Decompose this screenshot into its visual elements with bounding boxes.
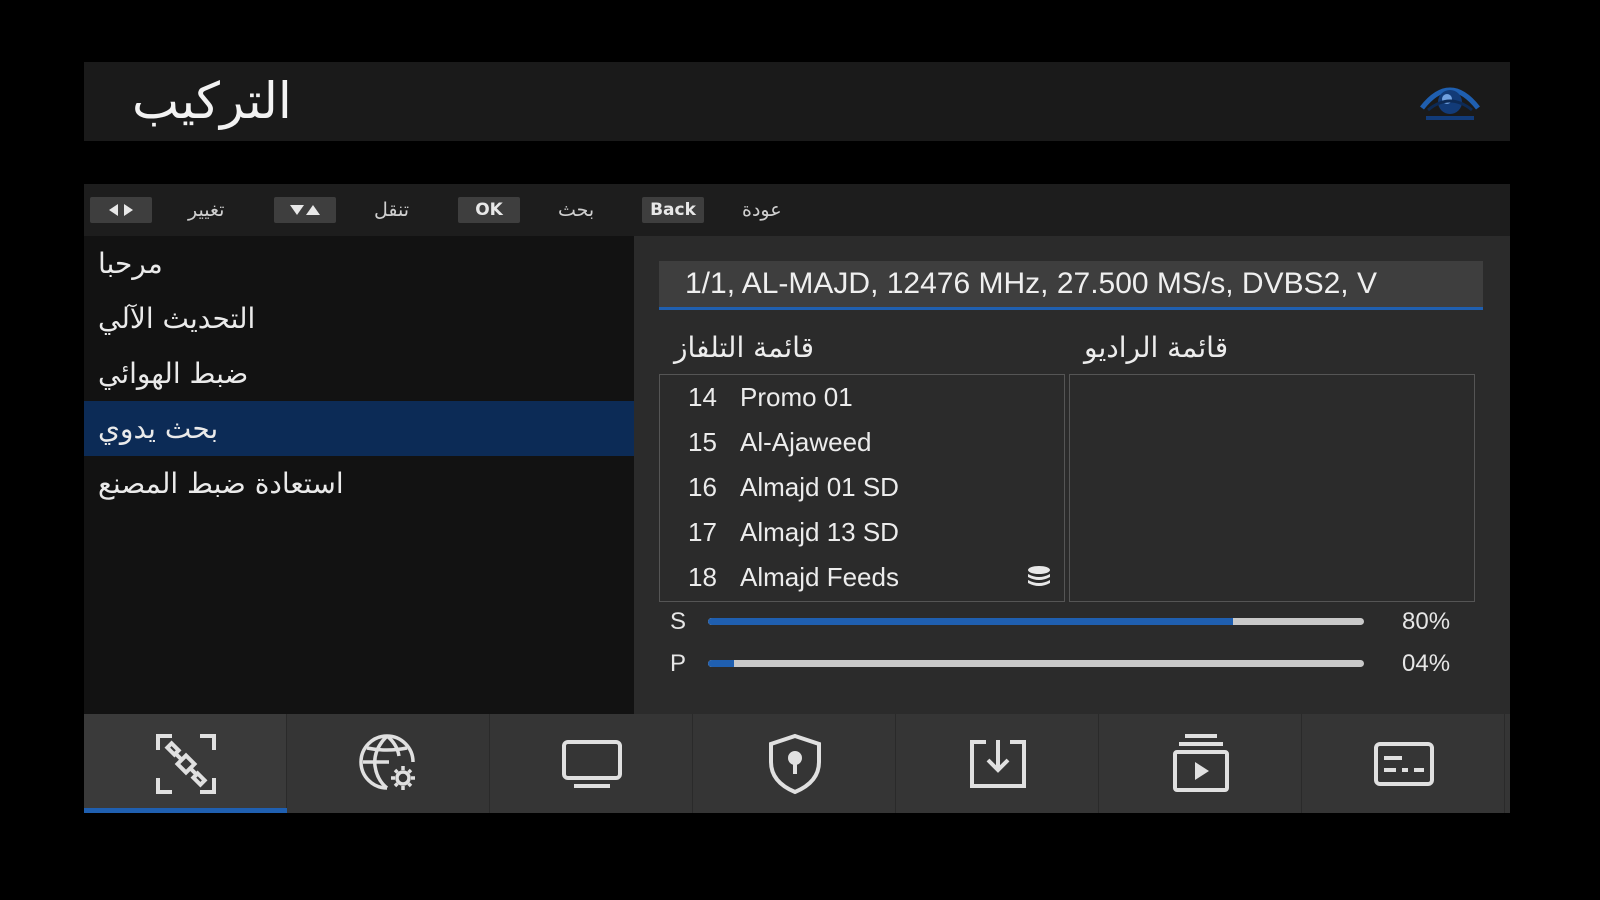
channel-name: Almajd 13 SD — [740, 517, 899, 547]
menu-item-label: مرحبا — [98, 247, 163, 280]
channel-name: Promo 01 — [740, 382, 853, 412]
channel-row[interactable]: 15 Al-Ajaweed — [660, 420, 1064, 465]
channel-name: Al-Ajaweed — [740, 427, 872, 457]
channel-name: Almajd Feeds — [740, 562, 899, 592]
tv-channel-list[interactable]: 14 Promo 01 15 Al-Ajaweed 16 Almajd 01 S… — [659, 374, 1065, 602]
back-key[interactable]: Back — [642, 197, 704, 223]
media-player-icon — [1173, 734, 1229, 792]
tab-installation[interactable] — [84, 714, 287, 813]
key-hint-bar: تغيير تنقل OK بحث Back عودة — [84, 184, 1510, 236]
transponder-field[interactable]: 1/1, AL-MAJD, 12476 MHz, 27.500 MS/s, DV… — [659, 261, 1483, 310]
channel-row[interactable]: 16 Almajd 01 SD — [660, 465, 1064, 510]
ok-key[interactable]: OK — [458, 197, 520, 223]
channel-number: 16 — [688, 472, 717, 502]
tv-monitor-icon — [562, 740, 622, 788]
menu-item-factory-reset[interactable]: استعادة ضبط المصنع — [84, 456, 634, 511]
menu-item-label: استعادة ضبط المصنع — [98, 467, 344, 500]
channel-number: 17 — [688, 517, 717, 547]
signal-quality-fill — [708, 660, 734, 667]
menu-item-label: ضبط الهوائي — [98, 357, 249, 390]
database-icon — [1028, 566, 1050, 586]
hint-navigate: تنقل — [374, 199, 410, 221]
header-bar: التركيب — [84, 62, 1510, 141]
menu-item-label: بحث يدوي — [98, 412, 219, 445]
main-panel: تغيير تنقل OK بحث Back عودة مرحبا التحدي… — [84, 184, 1510, 714]
menu-item-manual-search[interactable]: بحث يدوي — [84, 401, 634, 456]
signal-strength-fill — [708, 618, 1233, 625]
download-icon — [970, 740, 1026, 788]
tab-display[interactable] — [490, 714, 693, 813]
page-title: التركيب — [132, 72, 292, 130]
installation-screen: التركيب تغيير تنقل OK بحث Back عودة مرحب… — [0, 0, 1600, 900]
subtitles-icon — [1374, 742, 1434, 786]
transponder-value: 1/1, AL-MAJD, 12476 MHz, 27.500 MS/s, DV… — [685, 267, 1377, 300]
tab-update[interactable] — [896, 714, 1099, 813]
search-panel: 1/1, AL-MAJD, 12476 MHz, 27.500 MS/s, DV… — [634, 236, 1510, 714]
hint-back: عودة — [742, 199, 782, 221]
eye-globe-logo-icon — [1418, 78, 1482, 124]
hint-search: بحث — [558, 199, 595, 221]
channel-number: 18 — [688, 562, 717, 592]
satellite-scan-icon — [156, 734, 216, 794]
signal-quality-label: P — [670, 650, 687, 677]
menu-item-auto-update[interactable]: التحديث الآلي — [84, 291, 634, 346]
channel-number: 15 — [688, 427, 717, 457]
signal-quality-value: 04% — [1402, 650, 1451, 677]
signal-strength-value: 80% — [1402, 608, 1451, 635]
tab-network[interactable] — [287, 714, 490, 813]
tv-list-title: قائمة التلفاز — [674, 331, 815, 364]
radio-list-title: قائمة الراديو — [1084, 331, 1229, 364]
hint-change: تغيير — [188, 199, 225, 221]
signal-strength-bar — [708, 618, 1364, 625]
settings-menu: مرحبا التحديث الآلي ضبط الهوائي بحث يدوي… — [84, 236, 634, 714]
menu-item-antenna-setup[interactable]: ضبط الهوائي — [84, 346, 634, 401]
channel-row[interactable]: 18 Almajd Feeds — [660, 555, 1064, 600]
radio-channel-list[interactable] — [1069, 374, 1475, 602]
up-down-arrows-icon — [290, 205, 320, 215]
left-right-arrows-icon — [109, 204, 133, 216]
tab-security[interactable] — [693, 714, 896, 813]
menu-item-label: التحديث الآلي — [98, 302, 256, 335]
channel-name: Almajd 01 SD — [740, 472, 899, 502]
shield-lock-icon — [769, 733, 821, 795]
globe-settings-icon — [359, 734, 415, 790]
channel-row[interactable]: 17 Almajd 13 SD — [660, 510, 1064, 555]
signal-quality-bar — [708, 660, 1364, 667]
bottom-tab-bar — [84, 714, 1510, 813]
tab-system[interactable] — [1302, 714, 1505, 813]
left-right-key[interactable] — [90, 197, 152, 223]
signal-strength-label: S — [670, 608, 687, 635]
menu-item-welcome[interactable]: مرحبا — [84, 236, 634, 291]
up-down-key[interactable] — [274, 197, 336, 223]
tab-media[interactable] — [1099, 714, 1302, 813]
channel-row[interactable]: 14 Promo 01 — [660, 375, 1064, 420]
channel-number: 14 — [688, 382, 717, 412]
